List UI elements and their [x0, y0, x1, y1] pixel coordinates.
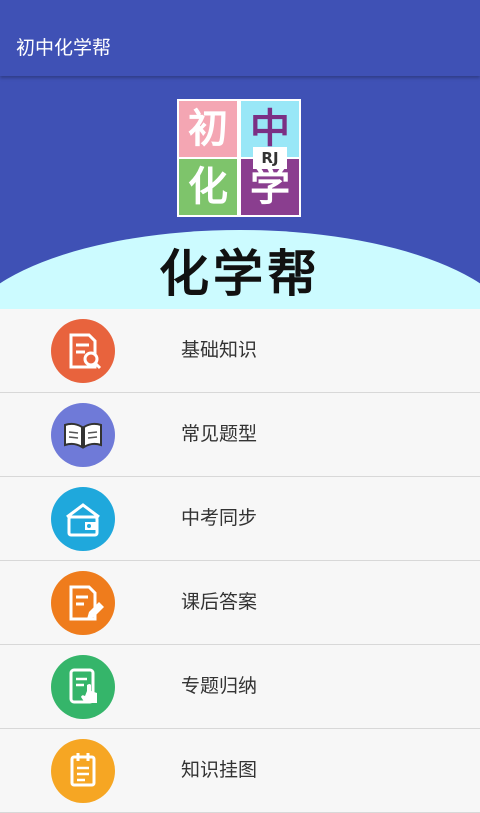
- logo-char-3: 化: [179, 159, 237, 215]
- house-wallet-icon: [51, 487, 115, 551]
- logo-badge: RJ: [253, 147, 287, 169]
- app-bar: 初中化学帮: [0, 0, 480, 76]
- menu-list: 基础知识 常见题型 中考同步 课后答案 专题归纳 知识挂图: [0, 309, 480, 813]
- app-title: 初中化学帮: [16, 37, 112, 59]
- edit-document-icon: [51, 571, 115, 635]
- search-document-icon: [51, 319, 115, 383]
- header-banner: 初 中 化 学 RJ 化学帮: [0, 76, 480, 309]
- menu-item-common-questions[interactable]: 常见题型: [0, 393, 480, 477]
- menu-item-label: 常见题型: [181, 423, 258, 445]
- tablet-touch-icon: [51, 655, 115, 719]
- banner-title: 化学帮: [159, 245, 321, 303]
- book-icon: [51, 403, 115, 467]
- menu-item-knowledge-charts[interactable]: 知识挂图: [0, 729, 480, 813]
- menu-item-label: 中考同步: [181, 507, 258, 529]
- menu-item-topic-summary[interactable]: 专题归纳: [0, 645, 480, 729]
- notepad-icon: [51, 739, 115, 803]
- menu-item-label: 基础知识: [181, 339, 258, 361]
- menu-item-label: 专题归纳: [181, 675, 258, 697]
- menu-item-homework-answers[interactable]: 课后答案: [0, 561, 480, 645]
- menu-item-exam-sync[interactable]: 中考同步: [0, 477, 480, 561]
- menu-item-label: 课后答案: [181, 591, 258, 613]
- menu-item-label: 知识挂图: [181, 759, 258, 781]
- app-logo: 初 中 化 学 RJ: [177, 99, 301, 217]
- menu-item-basic-knowledge[interactable]: 基础知识: [0, 309, 480, 393]
- logo-char-1: 初: [179, 101, 237, 157]
